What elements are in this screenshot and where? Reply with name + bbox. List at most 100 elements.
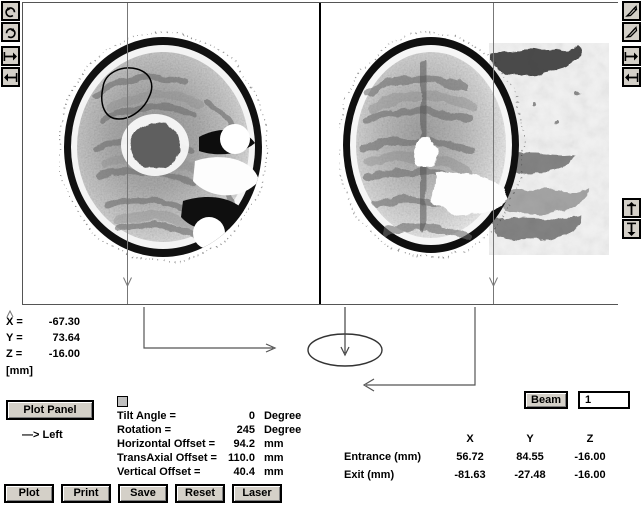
param-unit: mm <box>263 466 284 478</box>
arrow-right-icon <box>3 51 17 61</box>
shift-right-icon-button[interactable] <box>1 46 20 66</box>
coordinate-y-value: 73.64 <box>52 332 80 344</box>
coordinate-z-value: -16.00 <box>48 348 80 360</box>
coordinate-row-y: Y = 73.64 <box>6 330 80 346</box>
eye-globe-upper <box>220 124 250 154</box>
param-name: Vertical Offset = <box>117 466 201 478</box>
coordinate-y-label: Y = <box>6 332 23 344</box>
param-unit: Degree <box>263 424 302 436</box>
sagittal-brain-slice-image <box>339 31 609 259</box>
rotate-cw-icon-button[interactable] <box>1 22 20 42</box>
param-value: 245 <box>236 424 255 436</box>
entrance-z-value: -16.00 <box>574 451 606 463</box>
laser-button[interactable]: Laser <box>232 484 282 503</box>
arrow-right-icon <box>624 51 638 61</box>
arrow-left-icon <box>625 72 639 82</box>
radiotherapy-planning-window: X = -67.30 Y = 73.64 Z = -16.00 [mm] Plot P… <box>0 0 642 505</box>
ventricle-core <box>130 122 180 168</box>
action-button-row: Plot Print Save Reset Laser <box>4 484 282 503</box>
crosshair-vertical-left <box>127 3 128 304</box>
param-name: Horizontal Offset = <box>117 438 216 450</box>
coordinate-z-label: Z = <box>6 348 23 360</box>
plot-button[interactable]: Plot <box>4 484 54 503</box>
rotate-ccw-icon-button[interactable] <box>1 1 20 21</box>
cursor-coordinate-readout: X = -67.30 Y = 73.64 Z = -16.00 [mm] <box>6 314 80 379</box>
plot-panel-button[interactable]: Plot Panel <box>6 400 94 420</box>
beam-path-diagram <box>6 307 476 392</box>
entrance-row-label: Entrance (mm) <box>344 451 422 463</box>
param-name: TransAxial Offset = <box>117 452 217 464</box>
table-row: Horizontal Offset = 94.2 mm <box>117 438 301 452</box>
geometry-parameters-panel: Tilt Angle = 0 Degree Rotation = 245 Deg… <box>117 410 301 480</box>
beam-entry-path <box>143 307 273 349</box>
entrance-x-value: 56.72 <box>456 451 484 463</box>
table-row: Exit (mm) -81.63 -27.48 -16.00 <box>344 466 620 484</box>
table-header-row: X Y Z <box>344 430 620 448</box>
param-unit: mm <box>263 452 284 464</box>
shift-left-icon-button[interactable] <box>1 67 20 87</box>
param-unit: Degree <box>263 410 302 422</box>
print-button[interactable]: Print <box>61 484 111 503</box>
coordinate-unit-label: [mm] <box>6 365 33 377</box>
isocenter-ellipse <box>307 333 383 367</box>
reset-button[interactable]: Reset <box>175 484 225 503</box>
geometry-parameters-table: Tilt Angle = 0 Degree Rotation = 245 Deg… <box>117 410 301 480</box>
shift-left-icon-button-right[interactable] <box>622 67 641 87</box>
beam-table-header-x: X <box>466 433 474 445</box>
table-row: Entrance (mm) 56.72 84.55 -16.00 <box>344 448 620 466</box>
shift-down-icon-button[interactable] <box>622 219 641 239</box>
beam-exit-path <box>366 307 476 386</box>
exit-row-label: Exit (mm) <box>344 469 395 481</box>
arrow-left-icon <box>4 72 18 82</box>
diagonal-up-icon <box>625 4 638 17</box>
param-name: Rotation = <box>117 424 172 436</box>
shift-right-icon-button-right[interactable] <box>622 46 641 66</box>
param-value: 110.0 <box>228 452 255 464</box>
beam-direction-label: —> Left <box>22 429 63 441</box>
beam-entrance-exit-table: X Y Z Entrance (mm) 56.72 84.55 -16.00 E… <box>344 430 620 484</box>
beam-table-corner <box>344 430 440 448</box>
tilt-down-icon-button[interactable] <box>622 22 641 42</box>
table-row: Vertical Offset = 40.4 mm <box>117 466 301 480</box>
exit-x-value: -81.63 <box>454 469 486 481</box>
param-name: Tilt Angle = <box>117 410 176 422</box>
table-row: TransAxial Offset = 110.0 mm <box>117 452 301 466</box>
diagonal-down-icon <box>625 25 638 38</box>
rotate-cw-icon <box>5 27 16 38</box>
rotate-ccw-icon <box>5 6 16 17</box>
exit-z-value: -16.00 <box>574 469 606 481</box>
coordinate-x-label: X = <box>6 316 23 328</box>
param-value: 40.4 <box>233 466 255 478</box>
exit-y-value: -27.48 <box>514 469 546 481</box>
eye-globe-lower <box>193 217 225 249</box>
param-value: 94.2 <box>233 438 255 450</box>
crosshair-arrow-right <box>489 277 498 287</box>
beam-exit-arrowhead <box>362 378 375 392</box>
shift-up-icon-button[interactable] <box>622 198 641 218</box>
beam-button[interactable]: Beam <box>524 391 568 409</box>
table-row: Rotation = 245 Degree <box>117 424 301 438</box>
transverse-slice-pane[interactable] <box>23 3 321 304</box>
isocenter-arrowhead <box>340 346 350 357</box>
tilt-up-icon-button[interactable] <box>622 1 641 21</box>
table-row: Tilt Angle = 0 Degree <box>117 410 301 424</box>
beam-number-input[interactable] <box>578 391 630 409</box>
coordinate-row-z: Z = -16.00 <box>6 346 80 362</box>
beam-entry-arrowhead <box>265 343 277 353</box>
ventricle-bright <box>413 137 437 169</box>
coordinate-row-x: X = -67.30 <box>6 314 80 330</box>
beam-table-header-z: Z <box>586 433 594 445</box>
image-viewport[interactable] <box>22 2 619 305</box>
param-value: 0 <box>248 410 255 422</box>
parameters-enable-checkbox[interactable] <box>117 396 128 407</box>
transverse-brain-slice-image <box>59 31 268 263</box>
crosshair-arrow-left <box>123 277 132 287</box>
param-unit: mm <box>263 438 284 450</box>
arrow-up-icon <box>627 201 636 215</box>
arrow-down-icon <box>627 222 636 236</box>
sagittal-slice-pane[interactable] <box>321 3 619 304</box>
save-button[interactable]: Save <box>118 484 168 503</box>
beam-table-header-y: Y <box>526 433 534 445</box>
coordinate-x-value: -67.30 <box>48 316 80 328</box>
crosshair-vertical-right <box>493 3 494 304</box>
